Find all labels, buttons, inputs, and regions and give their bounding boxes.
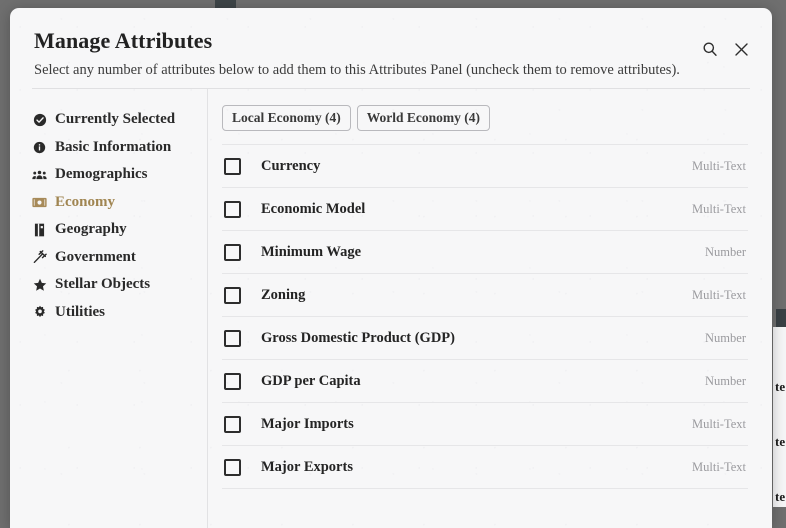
manage-attributes-dialog: Manage Attributes Select any number of a…	[10, 8, 772, 528]
close-icon[interactable]	[732, 40, 750, 58]
attribute-name: Major Imports	[261, 416, 680, 433]
sidebar-item-basic-information[interactable]: Basic Information	[32, 134, 207, 162]
sidebar-item-label: Currently Selected	[55, 111, 175, 128]
sidebar-item-geography[interactable]: Geography	[32, 216, 207, 244]
table-row[interactable]: Major Exports Multi-Text	[222, 446, 748, 489]
background-dark-block	[776, 309, 786, 327]
attribute-type: Multi-Text	[692, 460, 746, 475]
dialog-subtitle: Select any number of attributes below to…	[34, 60, 748, 80]
background-text-fragment: te	[773, 377, 786, 397]
attribute-name: Gross Domestic Product (GDP)	[261, 330, 693, 347]
map-icon	[32, 222, 47, 237]
search-icon[interactable]	[701, 40, 719, 58]
attribute-name: Zoning	[261, 287, 680, 304]
background-text-fragment: te	[773, 487, 786, 507]
background-strip-low	[773, 452, 786, 487]
attribute-type: Number	[705, 245, 746, 260]
economy-tab-chips: Local Economy (4) World Economy (4)	[222, 105, 748, 131]
gear-icon	[32, 305, 47, 320]
sidebar-item-label: Geography	[55, 221, 127, 238]
people-icon	[32, 167, 47, 182]
sidebar-item-label: Stellar Objects	[55, 276, 150, 293]
table-row[interactable]: Gross Domestic Product (GDP) Number	[222, 317, 748, 360]
attribute-name: Major Exports	[261, 459, 680, 476]
category-sidebar: Currently Selected Basic Information	[10, 89, 208, 528]
table-row[interactable]: Economic Model Multi-Text	[222, 188, 748, 231]
sidebar-item-label: Government	[55, 249, 136, 266]
sidebar-item-stellar-objects[interactable]: Stellar Objects	[32, 271, 207, 299]
star-icon	[32, 277, 47, 292]
attributes-content: Local Economy (4) World Economy (4) Curr…	[208, 89, 772, 528]
attribute-type: Multi-Text	[692, 159, 746, 174]
attribute-name: GDP per Capita	[261, 373, 693, 390]
sidebar-item-label: Utilities	[55, 304, 105, 321]
table-row[interactable]: GDP per Capita Number	[222, 360, 748, 403]
attribute-name: Currency	[261, 158, 680, 175]
sidebar-item-label: Economy	[55, 194, 115, 211]
attribute-checkbox[interactable]	[224, 201, 241, 218]
sidebar-item-label: Demographics	[55, 166, 148, 183]
background-text-fragment: te	[773, 432, 786, 452]
table-row[interactable]: Major Imports Multi-Text	[222, 403, 748, 446]
attribute-checkbox[interactable]	[224, 158, 241, 175]
sidebar-item-label: Basic Information	[55, 139, 171, 156]
table-row[interactable]: Zoning Multi-Text	[222, 274, 748, 317]
attribute-checkbox[interactable]	[224, 459, 241, 476]
background-strip-mid	[773, 397, 786, 432]
gavel-icon	[32, 250, 47, 265]
attribute-type: Number	[705, 374, 746, 389]
attribute-list: Currency Multi-Text Economic Model Multi…	[222, 144, 748, 489]
sidebar-item-government[interactable]: Government	[32, 244, 207, 272]
tab-world-economy[interactable]: World Economy (4)	[357, 105, 490, 131]
check-circle-icon	[32, 112, 47, 127]
attribute-checkbox[interactable]	[224, 373, 241, 390]
attribute-type: Multi-Text	[692, 288, 746, 303]
sidebar-item-demographics[interactable]: Demographics	[32, 161, 207, 189]
attribute-name: Minimum Wage	[261, 244, 693, 261]
attribute-checkbox[interactable]	[224, 287, 241, 304]
attribute-checkbox[interactable]	[224, 330, 241, 347]
attribute-name: Economic Model	[261, 201, 680, 218]
attribute-type: Multi-Text	[692, 417, 746, 432]
tab-local-economy[interactable]: Local Economy (4)	[222, 105, 351, 131]
sidebar-item-currently-selected[interactable]: Currently Selected	[32, 106, 207, 134]
dialog-header: Manage Attributes Select any number of a…	[10, 8, 772, 80]
table-row[interactable]: Currency Multi-Text	[222, 145, 748, 188]
sidebar-item-economy[interactable]: Economy	[32, 189, 207, 217]
money-bill-icon	[32, 195, 47, 210]
attribute-type: Number	[705, 331, 746, 346]
attribute-checkbox[interactable]	[224, 416, 241, 433]
dialog-body: Currently Selected Basic Information	[10, 89, 772, 528]
table-row[interactable]: Minimum Wage Number	[222, 231, 748, 274]
attribute-type: Multi-Text	[692, 202, 746, 217]
info-circle-icon	[32, 140, 47, 155]
header-actions	[701, 40, 750, 58]
page-title: Manage Attributes	[34, 28, 748, 54]
sidebar-item-utilities[interactable]: Utilities	[32, 299, 207, 327]
attribute-checkbox[interactable]	[224, 244, 241, 261]
background-strip-top	[773, 327, 786, 377]
